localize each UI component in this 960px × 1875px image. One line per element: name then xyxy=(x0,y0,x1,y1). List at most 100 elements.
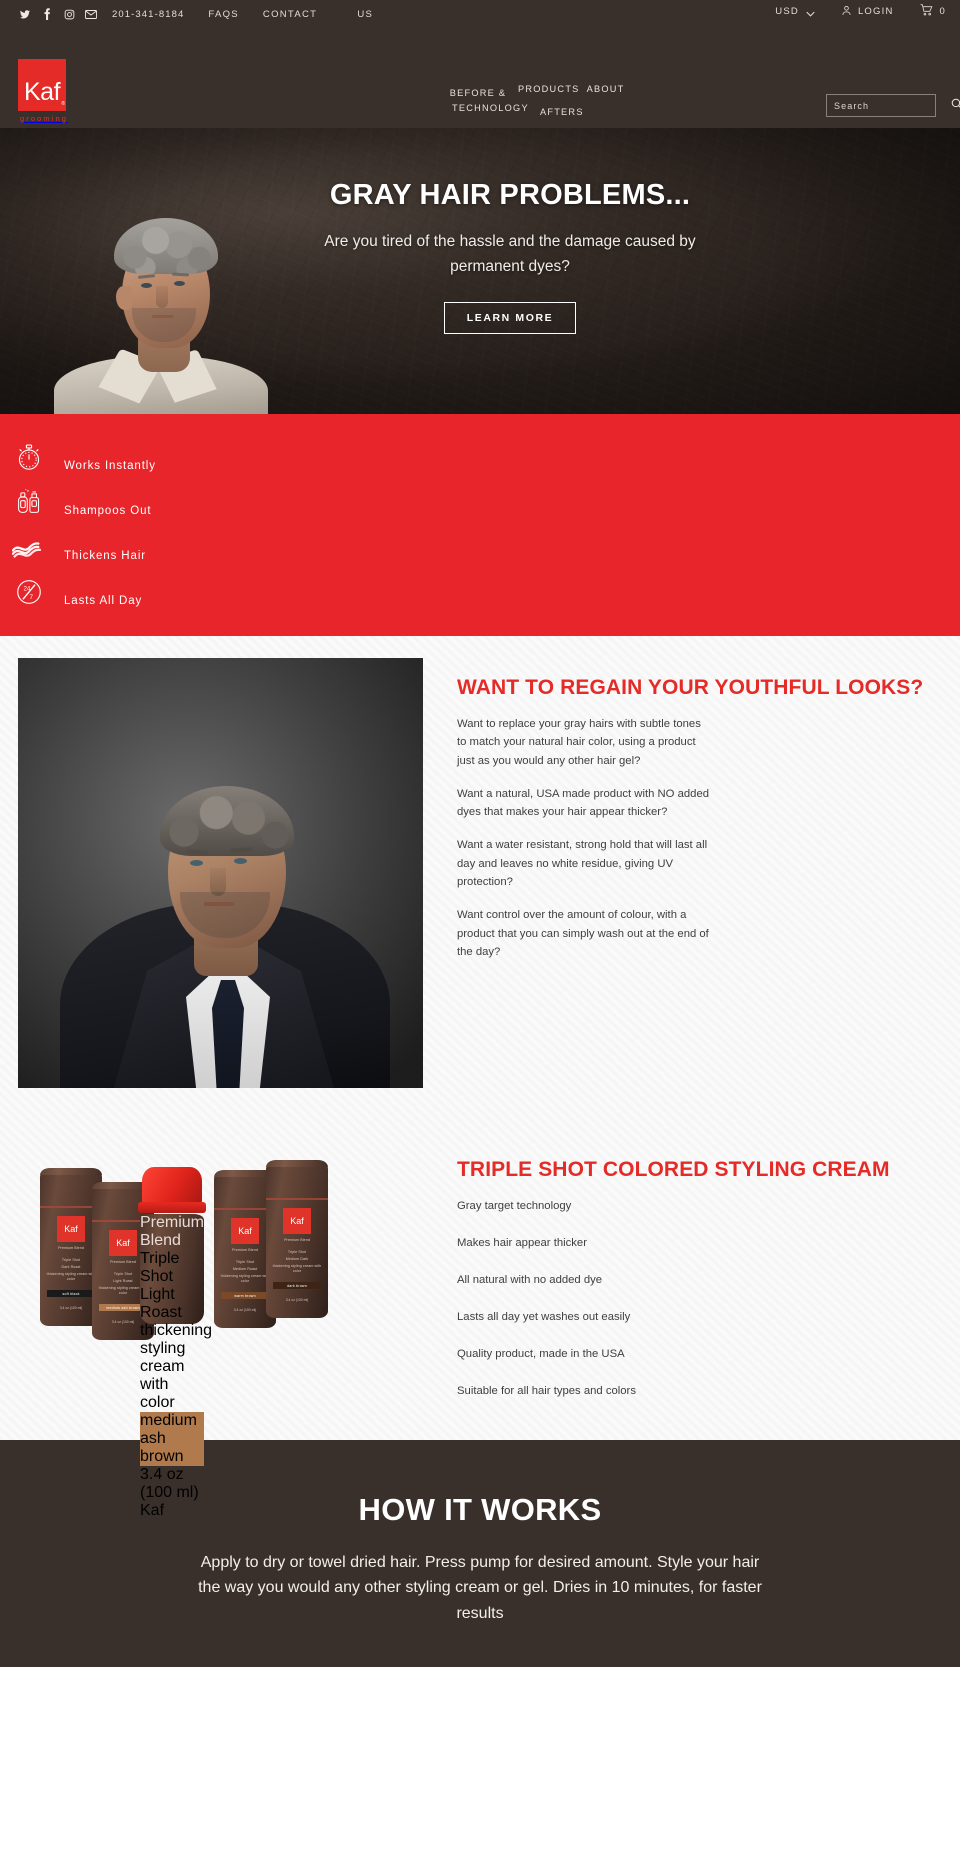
tripleshot-bullet: Lasts all day yet washes out easily xyxy=(457,1310,631,1323)
cart-link[interactable]: 0 xyxy=(920,4,946,19)
hair-waves-icon xyxy=(8,536,50,558)
regain-heading: WANT TO REGAIN YOUR YOUTHFUL LOOKS? xyxy=(457,676,924,699)
search-box[interactable] xyxy=(826,94,960,117)
stopwatch-icon xyxy=(8,443,50,471)
tripleshot-heading: TRIPLE SHOT COLORED STYLING CREAM xyxy=(457,1158,890,1181)
bottle-line1: Triple Shot xyxy=(140,1250,180,1285)
currency-selector[interactable]: USD xyxy=(775,6,815,17)
search-icon xyxy=(951,98,960,113)
feature-label: Shampoos Out xyxy=(64,504,152,517)
bottle-shade: dark brown xyxy=(273,1282,321,1289)
login-label: LOGIN xyxy=(857,6,894,17)
contact-us-link[interactable]: US xyxy=(341,5,389,24)
24-7-clock-icon: 24 7 xyxy=(8,579,50,605)
login-link[interactable]: LOGIN xyxy=(841,5,894,19)
bottle-size: 3.4 oz (100 ml) xyxy=(140,1466,199,1501)
bottle-blend: Premium Blend xyxy=(232,1248,258,1252)
logo-registered-mark: ® xyxy=(61,101,65,107)
top-bar-right: USD LOGIN 0 xyxy=(775,4,946,19)
feature-item-lasts-all-day: 24 7 Lasts All Day xyxy=(0,569,960,614)
bottle-shade: warm brown xyxy=(221,1292,269,1299)
hero-copy: GRAY HAIR PROBLEMS... Are you tired of t… xyxy=(320,178,700,334)
regain-paragraph: Want to replace your gray hairs with sub… xyxy=(457,717,701,767)
logo-box: Kaf ® xyxy=(18,59,66,111)
phone-number[interactable]: 201-341-8184 xyxy=(112,9,184,20)
feature-item-works-instantly: Works Instantly xyxy=(0,434,960,479)
top-bar-left: 201-341-8184 FAQS CONTACT US xyxy=(14,4,389,24)
pump-collar xyxy=(138,1202,206,1213)
main-navigation: BEFORE & PRODUCTS ABOUT TECHNOLOGY AFTER… xyxy=(445,84,675,123)
search-submit-button[interactable] xyxy=(951,95,960,116)
bottle-brand: Kaf xyxy=(116,1237,130,1248)
tripleshot-bullet: Gray target technology xyxy=(457,1199,572,1212)
faqs-link[interactable]: FAQS xyxy=(208,9,239,20)
bottle-desc: thickening styling cream with color xyxy=(272,1264,322,1274)
regain-paragraph: Want a water resistant, strong hold that… xyxy=(457,839,708,889)
contact-link[interactable]: CONTACT xyxy=(263,9,317,20)
hero-banner: GRAY HAIR PROBLEMS... Are you tired of t… xyxy=(0,128,960,414)
nav-item-products[interactable]: PRODUCTS xyxy=(518,84,580,94)
bottle-line2: Light Roast xyxy=(140,1286,182,1321)
bottle-desc: thickening styling cream with color xyxy=(46,1272,96,1282)
nav-item-technology[interactable]: TECHNOLOGY xyxy=(452,103,529,113)
search-input[interactable] xyxy=(827,100,951,111)
feature-label: Thickens Hair xyxy=(64,549,146,562)
learn-more-button[interactable]: LEARN MORE xyxy=(443,301,577,334)
tripleshot-bullet: Quality product, made in the USA xyxy=(457,1347,625,1360)
hero-title: GRAY HAIR PROBLEMS... xyxy=(329,179,691,211)
bottle-brand: Kaf xyxy=(290,1215,304,1226)
nav-item-afters[interactable]: AFTERS xyxy=(529,103,595,122)
tripleshot-section: Kaf Premium Blend Triple Shot Dark Roast… xyxy=(0,1140,960,1519)
how-it-works-body: Apply to dry or towel dried hair. Press … xyxy=(198,1553,762,1623)
bottle-size: 3.4 oz (100 ml) xyxy=(285,1298,309,1302)
bottle-line1: Triple Shot xyxy=(287,1250,307,1254)
regain-paragraph: Want control over the amount of colour, … xyxy=(457,909,709,958)
logo-subtitle: grooming xyxy=(20,114,69,123)
shampoo-bottles-icon xyxy=(8,488,50,516)
bottle-desc: thickening styling cream with color xyxy=(220,1274,270,1284)
site-header: Kaf ® grooming BEFORE & PRODUCTS ABOUT T… xyxy=(0,59,960,128)
svg-text:7: 7 xyxy=(30,594,34,601)
bottle-blend: Premium Blend xyxy=(284,1238,310,1242)
hero-subtitle: Are you tired of the hassle and the dama… xyxy=(324,233,696,276)
hero-model-photo xyxy=(46,179,276,414)
regain-section: WANT TO REGAIN YOUR YOUTHFUL LOOKS? Want… xyxy=(0,658,960,1088)
feature-item-thickens-hair: Thickens Hair xyxy=(0,524,960,569)
product-bottle: Kaf Premium Blend Triple Shot Medium Dar… xyxy=(266,1160,328,1318)
bottle-shade: soft black xyxy=(47,1290,95,1297)
twitter-icon[interactable] xyxy=(14,4,36,24)
cart-icon xyxy=(920,4,933,19)
tripleshot-text: TRIPLE SHOT COLORED STYLING CREAM Gray t… xyxy=(423,1140,942,1400)
cart-count: 0 xyxy=(939,6,946,17)
user-icon xyxy=(841,5,852,19)
email-icon[interactable] xyxy=(80,4,102,24)
bottle-line2: Dark Roast xyxy=(61,1265,81,1269)
site-logo[interactable]: Kaf ® grooming xyxy=(18,59,76,123)
nav-item-before-afters[interactable]: BEFORE & xyxy=(445,84,511,103)
chevron-down-icon xyxy=(806,9,815,17)
logo-text: Kaf xyxy=(24,78,61,106)
features-bar: Works Instantly Shampoos Out Thickens Ha… xyxy=(0,414,960,636)
currency-label: USD xyxy=(775,6,799,17)
bottle-brand: Kaf xyxy=(140,1502,165,1519)
nav-item-about[interactable]: ABOUT xyxy=(587,84,625,94)
bottle-blend: Premium Blend xyxy=(58,1246,84,1250)
facebook-icon[interactable] xyxy=(36,4,58,24)
bottle-brand: Kaf xyxy=(64,1223,78,1234)
tripleshot-bullet: All natural with no added dye xyxy=(457,1273,603,1286)
tripleshot-bullet: Makes hair appear thicker xyxy=(457,1236,587,1249)
instagram-icon[interactable] xyxy=(58,4,80,24)
top-bar: 201-341-8184 FAQS CONTACT US USD LOGIN 0 xyxy=(0,0,960,60)
bottle-line1: Triple Shot xyxy=(61,1258,81,1262)
suit-model-photo xyxy=(18,658,423,1088)
product-bottles-photo: Kaf Premium Blend Triple Shot Dark Roast… xyxy=(18,1140,423,1519)
product-pump-bottle: Premium Blend Triple Shot Light Roast th… xyxy=(140,1214,212,1519)
bottle-line2: Medium Roast xyxy=(232,1267,258,1271)
bottle-desc: thickening styling cream with color xyxy=(140,1322,213,1411)
bottle-line1: Triple Shot xyxy=(235,1260,255,1264)
regain-text: WANT TO REGAIN YOUR YOUTHFUL LOOKS? Want… xyxy=(423,658,942,1088)
bottle-blend: Premium Blend xyxy=(140,1214,205,1249)
regain-photo-wrapper xyxy=(18,658,423,1088)
bottle-line2: Medium Dark xyxy=(285,1257,309,1261)
feature-label: Lasts All Day xyxy=(64,594,143,607)
